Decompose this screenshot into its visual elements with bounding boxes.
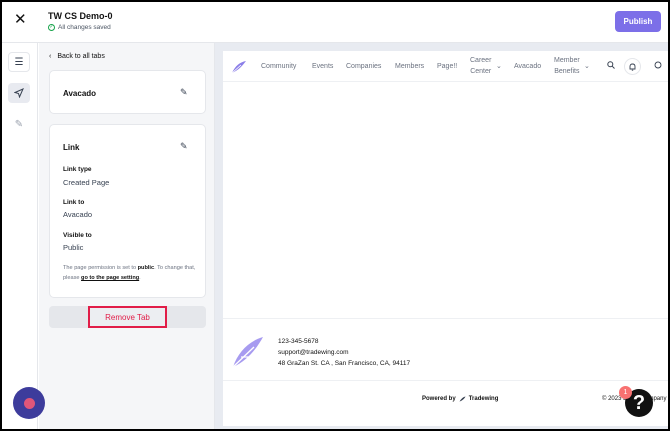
left-rail: ☰ ✎ bbox=[2, 43, 38, 429]
tradewing-mark-icon bbox=[459, 396, 466, 402]
question-mark-icon: ? bbox=[632, 391, 646, 414]
tab-settings-panel: ‹ Back to all tabs Avacado ✎ Link ✎ Link… bbox=[39, 43, 215, 429]
record-dot-icon bbox=[23, 397, 35, 409]
chevron-left-icon: ‹ bbox=[49, 53, 52, 60]
list-icon[interactable]: ☰ bbox=[8, 52, 30, 72]
project-title: TW CS Demo-0 bbox=[48, 11, 113, 21]
nav-community[interactable]: Community bbox=[261, 61, 296, 72]
nav-page[interactable]: Page!! bbox=[437, 61, 457, 72]
link-card-title: Link bbox=[63, 143, 80, 152]
powered-by[interactable]: Powered by Tradewing bbox=[422, 396, 498, 402]
chevron-down-icon[interactable]: ⌄ bbox=[496, 61, 502, 72]
back-label: Back to all tabs bbox=[57, 53, 105, 60]
nav-members[interactable]: Members bbox=[395, 61, 424, 72]
member-line-2: Benefits bbox=[554, 68, 580, 75]
footer-logo-icon bbox=[232, 337, 263, 368]
nav-career-center[interactable]: Career Center bbox=[470, 55, 491, 77]
nav-companies[interactable]: Companies bbox=[346, 61, 381, 72]
tab-name-card: Avacado ✎ bbox=[49, 70, 206, 114]
link-to-label: Link to bbox=[63, 199, 85, 206]
edit-icon[interactable]: ✎ bbox=[180, 87, 188, 98]
visible-to-label: Visible to bbox=[63, 232, 92, 239]
visible-to-value: Public bbox=[63, 243, 84, 252]
site-footer-contact: 123-345-5678 support@tradewing.com 48 Gr… bbox=[223, 318, 668, 380]
publish-button[interactable]: Publish bbox=[615, 11, 661, 32]
site-preview: Community Events Companies Members Page!… bbox=[223, 51, 668, 426]
link-type-value: Created Page bbox=[63, 178, 110, 187]
page-setting-link[interactable]: go to the page setting bbox=[81, 275, 139, 281]
back-to-tabs-link[interactable]: ‹ Back to all tabs bbox=[49, 53, 105, 60]
close-icon[interactable]: ✕ bbox=[14, 12, 27, 27]
remove-tab-container: Remove Tab bbox=[49, 306, 206, 328]
nav-avacado[interactable]: Avacado bbox=[514, 61, 541, 72]
save-status: ✓ All changes saved bbox=[48, 24, 111, 31]
nav-events[interactable]: Events bbox=[312, 61, 333, 72]
site-footer-bottom: Powered by Tradewing © 2023 Demo Company bbox=[223, 380, 668, 426]
app-frame: ✕ TW CS Demo-0 ✓ All changes saved Publi… bbox=[2, 2, 668, 429]
editor-header: ✕ TW CS Demo-0 ✓ All changes saved Publi… bbox=[2, 2, 668, 43]
link-card: Link ✎ Link type Created Page Link to Av… bbox=[49, 124, 206, 298]
chevron-down-icon-2[interactable]: ⌄ bbox=[584, 61, 590, 72]
save-status-text: All changes saved bbox=[58, 24, 111, 31]
link-type-label: Link type bbox=[63, 166, 92, 173]
tab-name: Avacado bbox=[63, 89, 97, 98]
notification-badge: 1 bbox=[619, 386, 632, 399]
member-line-1: Member bbox=[554, 57, 580, 64]
navigation-icon[interactable] bbox=[8, 83, 30, 103]
footer-phone: 123-345-5678 bbox=[278, 338, 319, 345]
note-public: public bbox=[137, 265, 155, 271]
nav-member-benefits[interactable]: Member Benefits bbox=[554, 55, 580, 77]
footer-email[interactable]: support@tradewing.com bbox=[278, 349, 349, 356]
career-line-2: Center bbox=[470, 68, 492, 75]
footer-address: 48 GraZan St. CA , San Francisco, CA, 94… bbox=[278, 360, 411, 367]
site-navbar: Community Events Companies Members Page!… bbox=[223, 51, 668, 82]
bell-icon[interactable] bbox=[624, 58, 641, 75]
note-text-a: The page permission is set to bbox=[63, 265, 138, 271]
check-circle-icon: ✓ bbox=[48, 24, 55, 31]
tradewing-logo-icon[interactable] bbox=[231, 60, 247, 74]
career-line-1: Career bbox=[470, 57, 492, 64]
edit-link-icon[interactable]: ✎ bbox=[180, 141, 188, 152]
powered-by-label: Powered by bbox=[422, 396, 456, 402]
chat-icon[interactable] bbox=[654, 61, 662, 71]
remove-tab-button[interactable]: Remove Tab bbox=[88, 306, 167, 328]
note-text-d: . bbox=[139, 275, 141, 281]
pencil-icon[interactable]: ✎ bbox=[8, 114, 30, 134]
link-to-value: Avacado bbox=[63, 210, 93, 219]
permission-note: The page permission is set to public. To… bbox=[63, 263, 198, 283]
search-icon[interactable] bbox=[607, 61, 615, 71]
assistant-button[interactable] bbox=[13, 387, 45, 419]
powered-by-brand: Tradewing bbox=[468, 396, 499, 402]
